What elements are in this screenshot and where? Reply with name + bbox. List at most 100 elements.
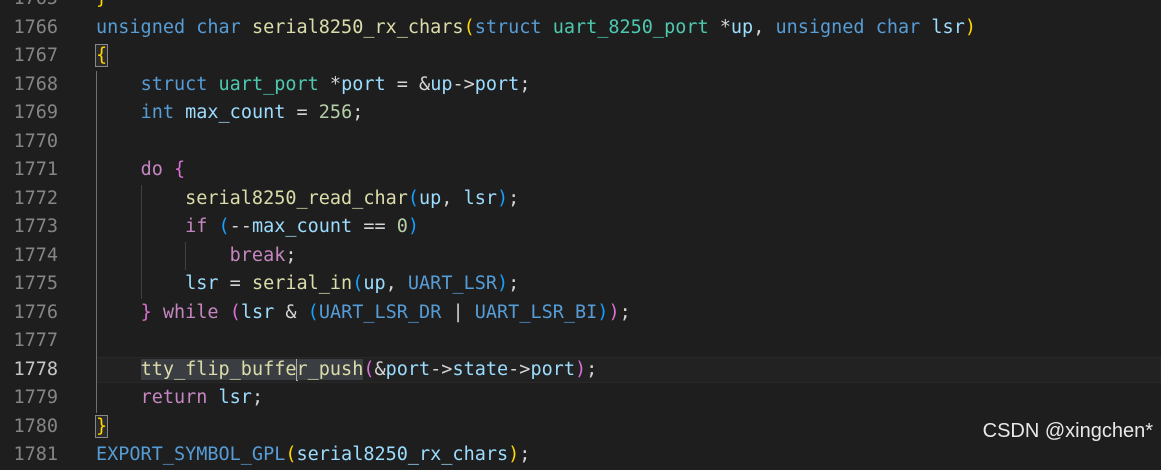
code-line[interactable]: 1777 — [0, 327, 1161, 356]
code-line[interactable]: 1768 struct uart_port *port = &up->port; — [0, 70, 1161, 100]
code-token: max_count — [251, 216, 353, 237]
code-line[interactable]: 1766 unsigned char serial8250_rx_chars(st… — [0, 14, 1161, 43]
code-text[interactable]: { — [94, 42, 1161, 71]
code-text[interactable]: unsigned char serial8250_rx_chars(struct… — [96, 14, 1161, 43]
code-line[interactable]: 1776 } while (lsr & (UART_LSR_DR | UART_… — [0, 298, 1161, 328]
code-token: EXPORT_SYMBOL_GPL — [96, 444, 286, 465]
code-line[interactable]: 1767 { — [0, 42, 1161, 71]
code-token: ; — [508, 273, 520, 294]
code-text[interactable]: } while (lsr & (UART_LSR_DR | UART_LSR_B… — [96, 299, 1161, 328]
line-number: 1771 — [13, 159, 58, 180]
code-token: r_push — [296, 358, 364, 380]
code-line[interactable]: 1771 do { — [0, 156, 1161, 185]
line-number: 1765 — [0, 0, 58, 14]
code-token: ( — [463, 16, 475, 38]
code-line[interactable]: 1770 — [0, 127, 1161, 156]
code-text[interactable]: break; — [96, 242, 1161, 271]
code-token: int — [140, 102, 174, 123]
code-line[interactable]: 1779 return lsr; — [0, 384, 1161, 413]
code-token: { — [94, 44, 109, 67]
code-token: uart_8250_port — [552, 16, 709, 38]
code-token: if — [185, 216, 208, 237]
code-token: port — [530, 358, 575, 380]
code-token: serial_in — [251, 273, 353, 294]
code-text[interactable]: do { — [96, 156, 1161, 185]
code-line[interactable]: 1765} — [0, 0, 1161, 14]
code-line[interactable]: 1778 tty_flip_buffer_push(&port->state->… — [0, 355, 1161, 385]
line-number: 1777 — [13, 330, 58, 351]
code-token: ; — [508, 187, 520, 209]
code-text[interactable]: struct uart_port *port = &up->port; — [96, 71, 1161, 100]
code-token: break — [229, 244, 286, 266]
code-token: 256 — [318, 102, 353, 123]
code-text[interactable]: EXPORT_SYMBOL_GPL(serial8250_rx_chars); — [96, 441, 1161, 470]
code-text[interactable]: int max_count = 256; — [96, 99, 1161, 128]
code-text[interactable]: serial8250_read_char(up, lsr); — [96, 185, 1161, 214]
code-token: struct — [474, 16, 542, 38]
code-text[interactable]: if (--max_count == 0) — [96, 213, 1161, 242]
code-token: -> — [430, 358, 453, 380]
code-token: unsigned — [775, 16, 865, 38]
code-token: -- — [229, 216, 252, 237]
code-token: return — [140, 387, 208, 408]
code-token: up — [730, 16, 754, 38]
code-token: max_count — [185, 102, 286, 123]
code-token: port — [385, 358, 431, 380]
line-number: 1770 — [13, 130, 58, 152]
code-token: do — [140, 159, 163, 180]
code-token: ; — [285, 244, 297, 266]
code-line[interactable]: 1769 int max_count = 256; — [0, 99, 1161, 128]
line-number: 1776 — [13, 301, 58, 323]
code-token: ( — [307, 301, 319, 323]
code-token: lsr — [240, 301, 275, 323]
code-token: * — [708, 16, 731, 38]
code-token: ; — [519, 73, 531, 95]
line-number: 1781 — [13, 444, 58, 465]
code-token: 0 — [396, 216, 408, 237]
code-line[interactable]: 1775 lsr = serial_in(up, UART_LSR); — [0, 270, 1161, 299]
code-token: char — [196, 16, 241, 38]
code-token: , — [441, 187, 464, 209]
code-line[interactable]: 1772 serial8250_read_char(up, lsr); — [0, 184, 1161, 214]
code-token: ( — [407, 187, 420, 209]
code-token: uart_port — [218, 73, 319, 95]
code-token: state — [452, 358, 509, 380]
code-token: lsr — [185, 273, 219, 294]
code-token: ( — [352, 273, 364, 294]
watermark-label: CSDN @xingchen* — [982, 420, 1153, 442]
line-number: 1772 — [13, 187, 58, 209]
code-token: ) — [508, 444, 520, 465]
code-text[interactable]: } — [96, 0, 1161, 14]
code-token: ; — [619, 301, 631, 323]
indent-guide — [96, 327, 97, 356]
indent-guide — [96, 127, 97, 156]
code-token: ; — [519, 444, 531, 465]
line-number: 1769 — [13, 102, 58, 123]
code-token: UART_LSR — [407, 273, 498, 294]
code-token: serial8250_rx_chars — [296, 444, 509, 465]
code-line[interactable]: 1781 EXPORT_SYMBOL_GPL(serial8250_rx_char… — [0, 441, 1161, 470]
code-token: -> — [508, 358, 531, 380]
code-text[interactable]: return lsr; — [96, 384, 1161, 413]
code-token: , — [385, 273, 408, 294]
code-token: port — [474, 73, 520, 95]
code-token: up — [430, 73, 453, 95]
code-token: char — [875, 16, 921, 38]
code-text[interactable]: lsr = serial_in(up, UART_LSR); — [96, 270, 1161, 299]
code-token: , — [753, 16, 776, 38]
code-line[interactable]: 1773 if (--max_count == 0) — [0, 213, 1161, 242]
code-token: UART_LSR_BI — [474, 301, 598, 323]
code-token: ) — [497, 273, 509, 294]
code-token: up — [363, 273, 386, 294]
line-number: 1767 — [13, 45, 58, 66]
code-text[interactable]: tty_flip_buffer_push(&port->state->port)… — [96, 356, 1161, 385]
code-line[interactable]: 1774 break; — [0, 241, 1161, 271]
code-editor[interactable]: 1765} 1766 unsigned char serial8250_rx_cha… — [0, 0, 1161, 470]
